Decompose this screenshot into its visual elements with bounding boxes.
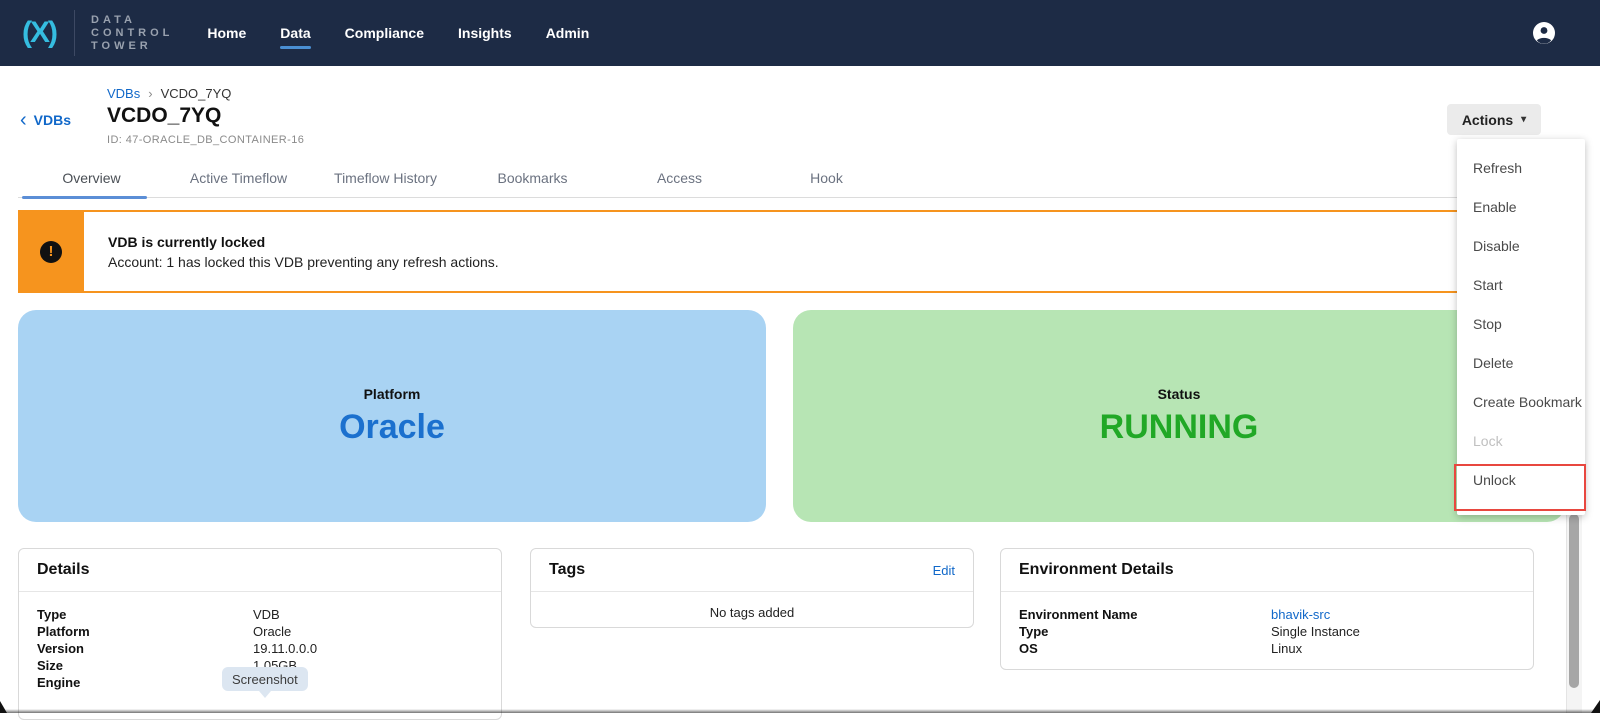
env-value: Linux	[1271, 640, 1302, 657]
nav-item-insights[interactable]: Insights	[458, 19, 512, 47]
actions-dropdown-menu: Refresh Enable Disable Start Stop Delete…	[1457, 139, 1585, 515]
menu-item-refresh[interactable]: Refresh	[1457, 149, 1585, 188]
detail-label: Platform	[37, 623, 253, 640]
screenshot-tooltip: Screenshot	[222, 667, 308, 691]
page-title: VCDO_7YQ	[107, 104, 221, 128]
nav-item-home[interactable]: Home	[207, 19, 246, 47]
screen-bottom-edge	[0, 709, 1600, 713]
details-card-header: Details	[19, 549, 501, 592]
menu-item-enable[interactable]: Enable	[1457, 188, 1585, 227]
cursor-artifact	[1591, 700, 1600, 713]
back-link-label: VDBs	[34, 112, 71, 128]
app-title-line: DATA	[91, 14, 173, 27]
app-title-line: TOWER	[91, 40, 173, 53]
tags-edit-link[interactable]: Edit	[933, 563, 955, 578]
environment-card-title: Environment Details	[1019, 561, 1174, 579]
actions-button-label: Actions	[1462, 112, 1513, 128]
detail-value: VDB	[253, 606, 280, 623]
menu-item-create-bookmark[interactable]: Create Bookmark	[1457, 383, 1585, 422]
tags-card-title: Tags	[549, 561, 585, 579]
env-label: Type	[1019, 623, 1271, 640]
menu-item-disable[interactable]: Disable	[1457, 227, 1585, 266]
env-label: Environment Name	[1019, 606, 1271, 623]
back-to-vdbs-link[interactable]: ‹ VDBs	[20, 112, 71, 128]
primary-nav: Home Data Compliance Insights Admin	[207, 19, 589, 47]
status-card: Status RUNNING	[793, 310, 1565, 522]
environment-name-link[interactable]: bhavik-src	[1271, 606, 1330, 623]
app-logo: (X) DATA CONTROL TOWER	[0, 10, 173, 56]
tags-empty-text: No tags added	[531, 592, 973, 620]
breadcrumb-vdbs-link[interactable]: VDBs	[107, 86, 140, 101]
detail-label: Type	[37, 606, 253, 623]
nav-item-data[interactable]: Data	[280, 19, 310, 47]
account-icon[interactable]	[1532, 21, 1556, 45]
scrollbar-thumb[interactable]	[1569, 514, 1579, 688]
status-value: RUNNING	[1100, 408, 1259, 447]
warning-body: VDB is currently locked Account: 1 has l…	[84, 210, 1565, 293]
breadcrumb-current: VCDO_7YQ	[161, 86, 232, 101]
detail-label: Version	[37, 640, 253, 657]
env-label: OS	[1019, 640, 1271, 657]
tab-active-timeflow[interactable]: Active Timeflow	[165, 164, 312, 197]
vdb-id: ID: 47-ORACLE_DB_CONTAINER-16	[107, 134, 304, 146]
menu-item-start[interactable]: Start	[1457, 266, 1585, 305]
tab-overview[interactable]: Overview	[18, 164, 165, 197]
table-row: Type VDB	[37, 606, 483, 623]
tab-hook[interactable]: Hook	[753, 164, 900, 197]
table-row: Platform Oracle	[37, 623, 483, 640]
warning-title: VDB is currently locked	[108, 234, 1565, 250]
chevron-left-icon: ‹	[20, 113, 27, 127]
platform-label: Platform	[364, 386, 421, 402]
environment-card-header: Environment Details	[1001, 549, 1533, 592]
top-navbar: (X) DATA CONTROL TOWER Home Data Complia…	[0, 0, 1600, 66]
menu-item-lock: Lock	[1457, 422, 1585, 461]
error-icon: !	[40, 241, 62, 263]
menu-item-stop[interactable]: Stop	[1457, 305, 1585, 344]
env-value: Single Instance	[1271, 623, 1360, 640]
table-row: Environment Name bhavik-src	[1019, 606, 1515, 623]
table-row: Type Single Instance	[1019, 623, 1515, 640]
warning-message: Account: 1 has locked this VDB preventin…	[108, 254, 1565, 270]
platform-card: Platform Oracle	[18, 310, 766, 522]
chevron-down-icon: ▾	[1521, 114, 1526, 125]
delphix-logo-icon: (X)	[22, 18, 56, 48]
environment-details-card: Environment Details Environment Name bha…	[1000, 548, 1534, 670]
nav-item-compliance[interactable]: Compliance	[345, 19, 424, 47]
screen-corner-artifact	[0, 701, 7, 713]
menu-item-unlock[interactable]: Unlock	[1457, 461, 1585, 500]
locked-warning-banner: ! VDB is currently locked Account: 1 has…	[18, 210, 1565, 293]
breadcrumb: VDBs › VCDO_7YQ	[107, 86, 231, 101]
actions-button[interactable]: Actions ▾	[1447, 104, 1541, 135]
detail-label: Size	[37, 657, 253, 674]
detail-value: Oracle	[253, 623, 291, 640]
tab-access[interactable]: Access	[606, 164, 753, 197]
tab-bar: Overview Active Timeflow Timeflow Histor…	[18, 164, 1565, 198]
menu-item-delete[interactable]: Delete	[1457, 344, 1585, 383]
details-card-title: Details	[37, 561, 89, 579]
tags-card: Tags Edit No tags added	[530, 548, 974, 628]
breadcrumb-separator: ›	[148, 86, 152, 101]
logo-divider	[74, 10, 75, 56]
app-title: DATA CONTROL TOWER	[91, 14, 173, 53]
platform-value: Oracle	[339, 408, 445, 447]
detail-value: 19.11.0.0.0	[253, 640, 317, 657]
table-row: Version 19.11.0.0.0	[37, 640, 483, 657]
nav-item-admin[interactable]: Admin	[546, 19, 590, 47]
status-label: Status	[1158, 386, 1201, 402]
table-row: OS Linux	[1019, 640, 1515, 657]
vertical-scrollbar[interactable]	[1566, 506, 1582, 713]
tags-card-header: Tags Edit	[531, 549, 973, 592]
detail-label: Engine	[37, 674, 253, 691]
tab-timeflow-history[interactable]: Timeflow History	[312, 164, 459, 197]
app-title-line: CONTROL	[91, 27, 173, 40]
tab-bookmarks[interactable]: Bookmarks	[459, 164, 606, 197]
warning-icon-block: !	[18, 210, 84, 293]
environment-rows: Environment Name bhavik-src Type Single …	[1001, 592, 1533, 667]
